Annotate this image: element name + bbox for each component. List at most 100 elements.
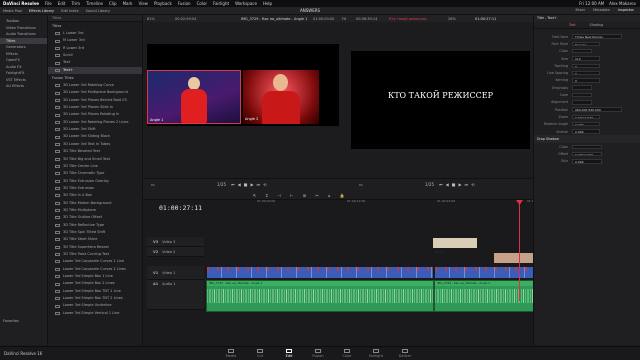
fusion-title-item[interactable]: 3D Title in A Box	[48, 192, 142, 199]
page-color-button[interactable]: Color	[336, 349, 358, 358]
fusion-title-item[interactable]: 3D Title Motion Background	[48, 200, 142, 207]
page-cut-button[interactable]: Cut	[249, 349, 271, 358]
favorites-label[interactable]: Favorites	[3, 319, 19, 323]
fusion-title-item[interactable]: 3D Title Outline Offset	[48, 214, 142, 221]
title-item[interactable]: L Lower 3rd	[48, 30, 142, 37]
app-menu[interactable]: DaVinci Resolve	[3, 1, 39, 6]
fusion-title-item[interactable]: 3D Title Multiplane	[48, 207, 142, 214]
fusion-title-item[interactable]: 3D Title Spin Tilted Shift	[48, 229, 142, 236]
page-edit-button[interactable]: Edit	[278, 349, 300, 358]
page-media-button[interactable]: Media	[220, 349, 242, 358]
inspector-field[interactable]: Times New Roman	[572, 34, 622, 39]
menu-fusion[interactable]: Fusion	[178, 1, 191, 6]
program-transport-buttons[interactable]: ⏮◀■▶⏭⟲	[439, 182, 477, 187]
inspector-field[interactable]: 0	[572, 63, 600, 69]
fusion-title-item[interactable]: 3D Lower 3rd Shift	[48, 126, 142, 133]
menu-color[interactable]: Color	[197, 1, 207, 6]
playhead[interactable]	[519, 201, 520, 301]
fusion-title-item[interactable]: Lower 3rd Corporate Curves 2 Lines	[48, 266, 142, 273]
program-frame-control[interactable]: ▭	[359, 182, 363, 187]
inspector-field[interactable]	[572, 92, 592, 98]
page-fairlight-button[interactable]: Fairlight	[365, 349, 387, 358]
inspector-field[interactable]: 0.000	[572, 129, 600, 134]
title-item[interactable]: Text+	[48, 66, 142, 75]
title-item[interactable]: R Lower 3rd	[48, 45, 142, 52]
media-pool-button[interactable]: Media Pool	[3, 9, 22, 13]
menu-workspace[interactable]: Workspace	[235, 1, 257, 6]
drop-shadow-section[interactable]: Drop Shadow	[534, 135, 640, 144]
inspector-field[interactable]: 0	[572, 78, 600, 83]
fusion-title-item[interactable]: 3D Lower 3rd Planes Slide In	[48, 104, 142, 111]
mixer-button[interactable]: Mixer	[576, 8, 586, 12]
track-header-v1[interactable]: V1 Video 1	[147, 266, 204, 280]
fusion-title-item[interactable]: Lower 3rd Simple Underline	[48, 302, 142, 309]
tab-text[interactable]: Text	[569, 23, 576, 27]
title-item[interactable]: M Lower 3rd	[48, 37, 142, 44]
menu-edit[interactable]: Edit	[58, 1, 66, 6]
text-plus-clip[interactable]: Text+	[432, 237, 478, 254]
inspector-field[interactable]: 0	[572, 70, 600, 76]
menu-help[interactable]: Help	[263, 1, 272, 6]
sound-library-button[interactable]: Sound Library	[86, 9, 110, 13]
menu-playback[interactable]: Playback	[154, 1, 172, 6]
fusion-title-item[interactable]: Lower 3rd Simple Box TNT 1 Line	[48, 288, 142, 295]
inspector-field[interactable]: 0.000 0.000	[572, 151, 602, 157]
fusion-title-item[interactable]: 3D Title Steel Shine	[48, 236, 142, 243]
inspector-field[interactable]	[572, 100, 592, 105]
inspector-field[interactable]: 0.000	[572, 121, 600, 127]
menu-mark[interactable]: Mark	[123, 1, 133, 6]
fusion-title-item[interactable]: 3D Title Center Line	[48, 163, 142, 170]
inspector-field[interactable]: 112	[572, 56, 600, 61]
inspector-field[interactable]: 0.670 0.670	[572, 114, 600, 120]
fusion-title-item[interactable]: 3D Title Big and Small Text	[48, 156, 142, 163]
fusion-title-item[interactable]: 3D Title Superhero Reveal	[48, 244, 142, 251]
fusion-title-item[interactable]: 3D Lower 3rd Text In Tubes	[48, 141, 142, 148]
multicam-angle-2[interactable]: Angle 2	[243, 70, 319, 124]
audio-1-clip[interactable]: IMG_3729 - Как на_ultimate - Angle 1	[206, 280, 434, 312]
inspector-field[interactable]	[572, 144, 602, 150]
video-1-clip[interactable]	[206, 266, 434, 279]
program-viewer[interactable]: КТО ТАКОЙ РЕЖИССЕР	[351, 51, 530, 149]
menu-timeline[interactable]: Timeline	[86, 1, 103, 6]
fit-dropdown[interactable]: Fit	[342, 17, 346, 21]
multicam-angle-1[interactable]: Angle 1	[147, 70, 241, 124]
page-deliver-button[interactable]: Deliver	[394, 349, 416, 358]
timeline-name[interactable]: Кто такой режиссер	[389, 17, 427, 21]
page-fusion-button[interactable]: Fusion	[307, 349, 329, 358]
fusion-title-item[interactable]: 3D Title Extrusion Overlay	[48, 178, 142, 185]
fusion-title-item[interactable]: 3D Title Cinematic Type	[48, 170, 142, 177]
fusion-title-item[interactable]: Lower 3rd Corporate Curves 1 Line	[48, 258, 142, 265]
metadata-button[interactable]: Metadata	[593, 8, 610, 12]
fusion-title-item[interactable]: 3D Title Beveled Text	[48, 148, 142, 155]
fusion-title-item[interactable]: 3D Lower 3rd Rotating Planes 2 Lines	[48, 119, 142, 126]
fusion-title-item[interactable]: 3D Lower 3rd Planes Rotating In	[48, 111, 142, 118]
inspector-field[interactable]	[572, 48, 592, 54]
inspector-button[interactable]: Inspector	[618, 8, 634, 12]
inspector-field[interactable]: 960.000 540.000	[572, 107, 622, 112]
fusion-title-item[interactable]: Lower 3rd Simple Box 2 Lines	[48, 280, 142, 287]
menu-file[interactable]: File	[45, 1, 52, 6]
effects-library-button[interactable]: Effects Library	[29, 9, 54, 13]
user-name[interactable]: Alex Makarov	[609, 1, 636, 6]
fusion-title-item[interactable]: 3D Lower 3rd Multiplane Background	[48, 89, 142, 96]
fusion-title-item[interactable]: 3D Title Extrusion	[48, 185, 142, 192]
fusion-title-item[interactable]: 3D Title Reflective Type	[48, 222, 142, 229]
title-item[interactable]: Scroll	[48, 52, 142, 59]
program-zoom[interactable]: 26%	[448, 17, 456, 21]
tab-shading[interactable]: Shading	[590, 23, 603, 27]
fusion-title-item[interactable]: 3D Lower 3rd Sliding Block	[48, 133, 142, 140]
source-transport-buttons[interactable]: ⏮◀■▶⏭⟲	[231, 182, 269, 187]
fusion-title-item[interactable]: Lower 3rd Simple Box TNT 2 Lines	[48, 295, 142, 302]
fusion-title-item[interactable]: Lower 3rd Simple Box 1 Line	[48, 273, 142, 280]
inspector-field[interactable]: 0.000	[572, 159, 602, 164]
fusion-title-item[interactable]: Lower 3rd Simple Vertical 1 Line	[48, 310, 142, 317]
track-header-v2[interactable]: V2 Video 2	[147, 247, 204, 257]
track-header-a1[interactable]: A1 Audio 1	[147, 280, 204, 310]
menu-trim[interactable]: Trim	[71, 1, 80, 6]
title-item[interactable]: Text	[48, 59, 142, 66]
fusion-title-item[interactable]: 3D Title Twist Curving Text	[48, 251, 142, 258]
inspector-field[interactable]	[572, 85, 592, 90]
track-header-v3[interactable]: V3 Video 3	[147, 237, 204, 247]
source-zoom[interactable]: 81%	[147, 17, 155, 21]
edit-index-button[interactable]: Edit Index	[61, 9, 79, 13]
